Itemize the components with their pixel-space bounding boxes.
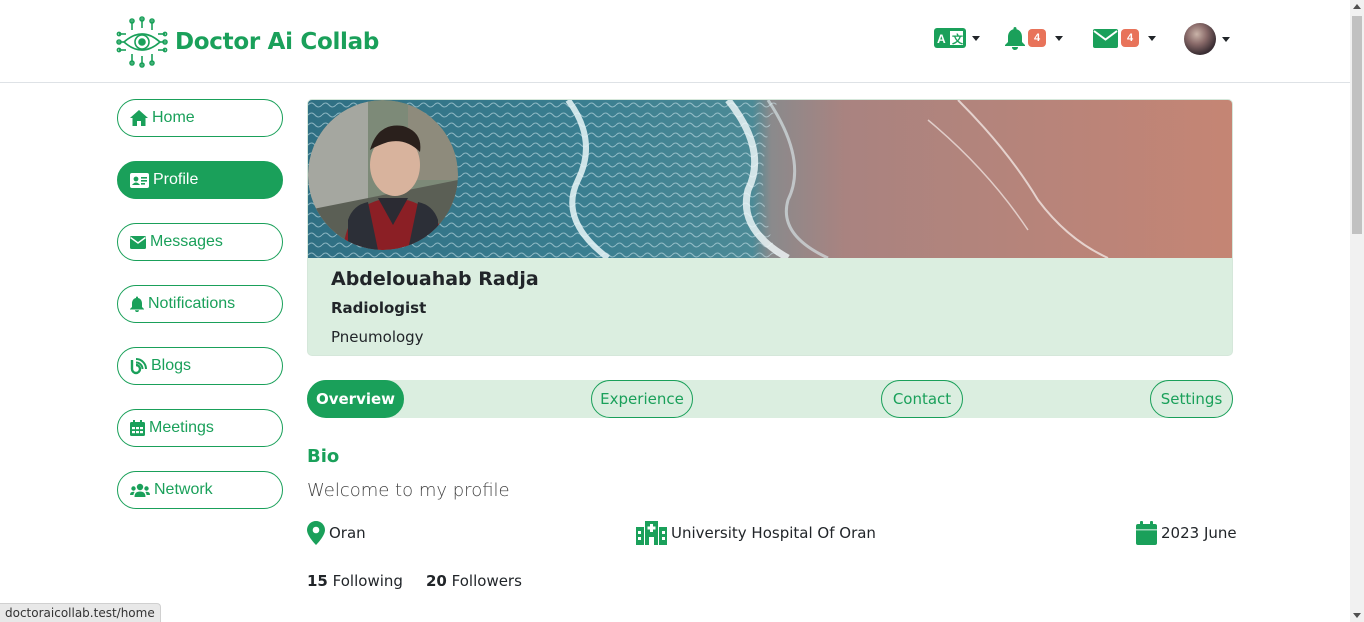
brand-logo-icon bbox=[116, 16, 168, 68]
scroll-thumb[interactable] bbox=[1352, 16, 1362, 234]
svg-text:文: 文 bbox=[952, 32, 964, 46]
sidebar-item-label: Messages bbox=[150, 233, 223, 250]
profile-tabs: Overview Experience Contact Settings bbox=[307, 380, 1233, 418]
home-icon bbox=[130, 110, 148, 126]
profile-title: Radiologist bbox=[331, 299, 427, 317]
id-card-icon bbox=[130, 172, 149, 188]
tab-contact[interactable]: Contact bbox=[881, 380, 963, 418]
sidebar-item-label: Home bbox=[152, 109, 195, 126]
following-label: Following bbox=[332, 572, 403, 590]
sidebar-item-home[interactable]: Home bbox=[117, 99, 283, 137]
page-scrollbar[interactable] bbox=[1350, 0, 1364, 622]
following-count: 15 bbox=[307, 572, 328, 590]
profile-specialty: Pneumology bbox=[331, 328, 424, 346]
calendar-icon bbox=[130, 420, 145, 436]
followers-label: Followers bbox=[451, 572, 522, 590]
calendar-icon bbox=[1136, 521, 1157, 545]
sidebar-item-blogs[interactable]: Blogs bbox=[117, 347, 283, 385]
brand-name: Doctor Ai Collab bbox=[175, 29, 379, 55]
translate-icon: A 文 bbox=[934, 28, 966, 48]
tab-settings[interactable]: Settings bbox=[1150, 380, 1233, 418]
profile-avatar bbox=[308, 100, 458, 250]
bell-icon bbox=[130, 296, 144, 312]
tab-experience[interactable]: Experience bbox=[591, 380, 693, 418]
user-menu-dropdown[interactable] bbox=[1184, 23, 1230, 55]
sidebar-item-label: Profile bbox=[153, 171, 199, 188]
notifications-badge: 4 bbox=[1028, 29, 1047, 47]
browser-status-url: doctoraicollab.test/home bbox=[0, 603, 161, 622]
sidebar-item-label: Notifications bbox=[148, 295, 236, 312]
profile-name: Abdelouahab Radja bbox=[331, 268, 539, 290]
hospital-icon bbox=[636, 521, 667, 545]
profile-card: Abdelouahab Radja Radiologist Pneumology bbox=[307, 99, 1233, 356]
sidebar-item-notifications[interactable]: Notifications bbox=[117, 285, 283, 323]
bell-icon bbox=[1005, 27, 1025, 50]
chevron-down-icon bbox=[1222, 36, 1230, 42]
joined-info: 2023 June bbox=[1136, 520, 1237, 546]
users-icon bbox=[130, 483, 150, 497]
workplace-text: University Hospital Of Oran bbox=[671, 524, 876, 542]
notifications-dropdown[interactable]: 4 bbox=[1004, 24, 1064, 52]
following-stat[interactable]: 15 Following bbox=[307, 572, 403, 590]
envelope-icon bbox=[130, 235, 146, 249]
location-info: Oran bbox=[307, 520, 366, 546]
language-dropdown[interactable]: A 文 bbox=[934, 24, 980, 52]
workplace-info: University Hospital Of Oran bbox=[636, 520, 876, 546]
sidebar-item-label: Blogs bbox=[151, 357, 192, 374]
followers-stat[interactable]: 20 Followers bbox=[426, 572, 522, 590]
brand[interactable]: Doctor Ai Collab bbox=[116, 16, 379, 68]
envelope-icon bbox=[1093, 28, 1118, 48]
messages-dropdown[interactable]: 4 bbox=[1093, 24, 1157, 52]
sidebar-item-network[interactable]: Network bbox=[117, 471, 283, 509]
scroll-down-icon[interactable] bbox=[1353, 613, 1361, 618]
messages-badge: 4 bbox=[1121, 29, 1140, 47]
bio-text: Welcome to my profile bbox=[307, 480, 510, 501]
chevron-down-icon bbox=[1148, 35, 1157, 41]
blog-icon bbox=[130, 357, 147, 374]
svg-text:A: A bbox=[937, 32, 946, 46]
location-text: Oran bbox=[329, 524, 366, 542]
sidebar-item-label: Meetings bbox=[149, 419, 214, 436]
tab-overview[interactable]: Overview bbox=[307, 380, 404, 418]
chevron-down-icon bbox=[1055, 35, 1064, 41]
sidebar-item-label: Network bbox=[154, 481, 213, 498]
sidebar-item-meetings[interactable]: Meetings bbox=[117, 409, 283, 447]
avatar bbox=[1184, 23, 1216, 55]
map-marker-icon bbox=[307, 521, 325, 545]
sidebar-item-messages[interactable]: Messages bbox=[117, 223, 283, 261]
joined-text: 2023 June bbox=[1161, 524, 1237, 542]
followers-count: 20 bbox=[426, 572, 447, 590]
bio-heading: Bio bbox=[307, 446, 340, 467]
sidebar-item-profile[interactable]: Profile bbox=[117, 161, 283, 199]
chevron-down-icon bbox=[972, 35, 980, 41]
top-navbar: Doctor Ai Collab A 文 4 4 bbox=[0, 0, 1350, 83]
scroll-up-icon[interactable] bbox=[1353, 4, 1361, 9]
